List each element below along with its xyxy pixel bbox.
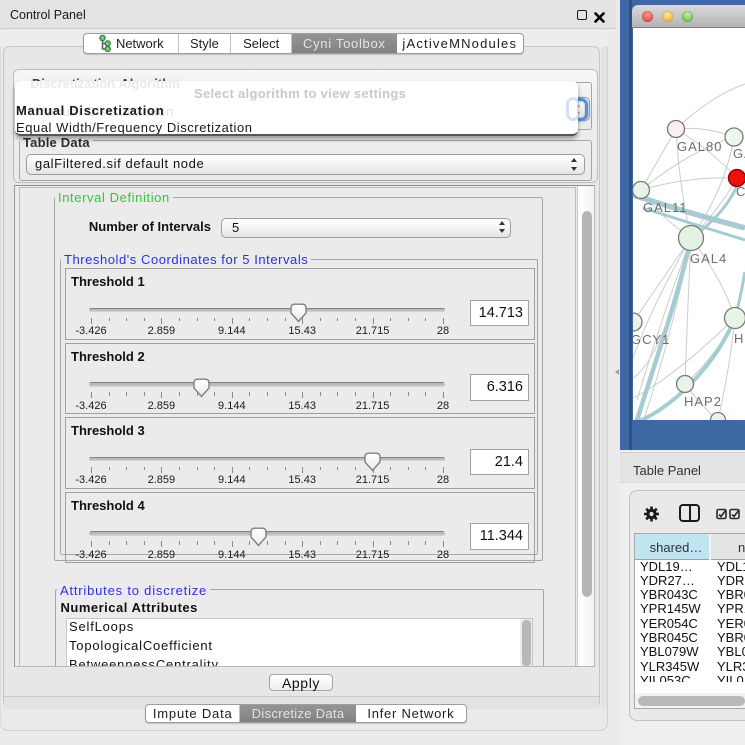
svg-text:GAL4: GAL4 [690, 251, 727, 266]
svg-text:GCY1: GCY1 [633, 332, 670, 347]
svg-text:H: H [734, 331, 744, 346]
svg-text:C: C [736, 184, 745, 199]
svg-text:GAL80: GAL80 [677, 139, 722, 154]
svg-text:GAL11: GAL11 [643, 200, 688, 215]
svg-text:HAP2: HAP2 [684, 394, 722, 409]
svg-text:GA: GA [733, 146, 745, 161]
